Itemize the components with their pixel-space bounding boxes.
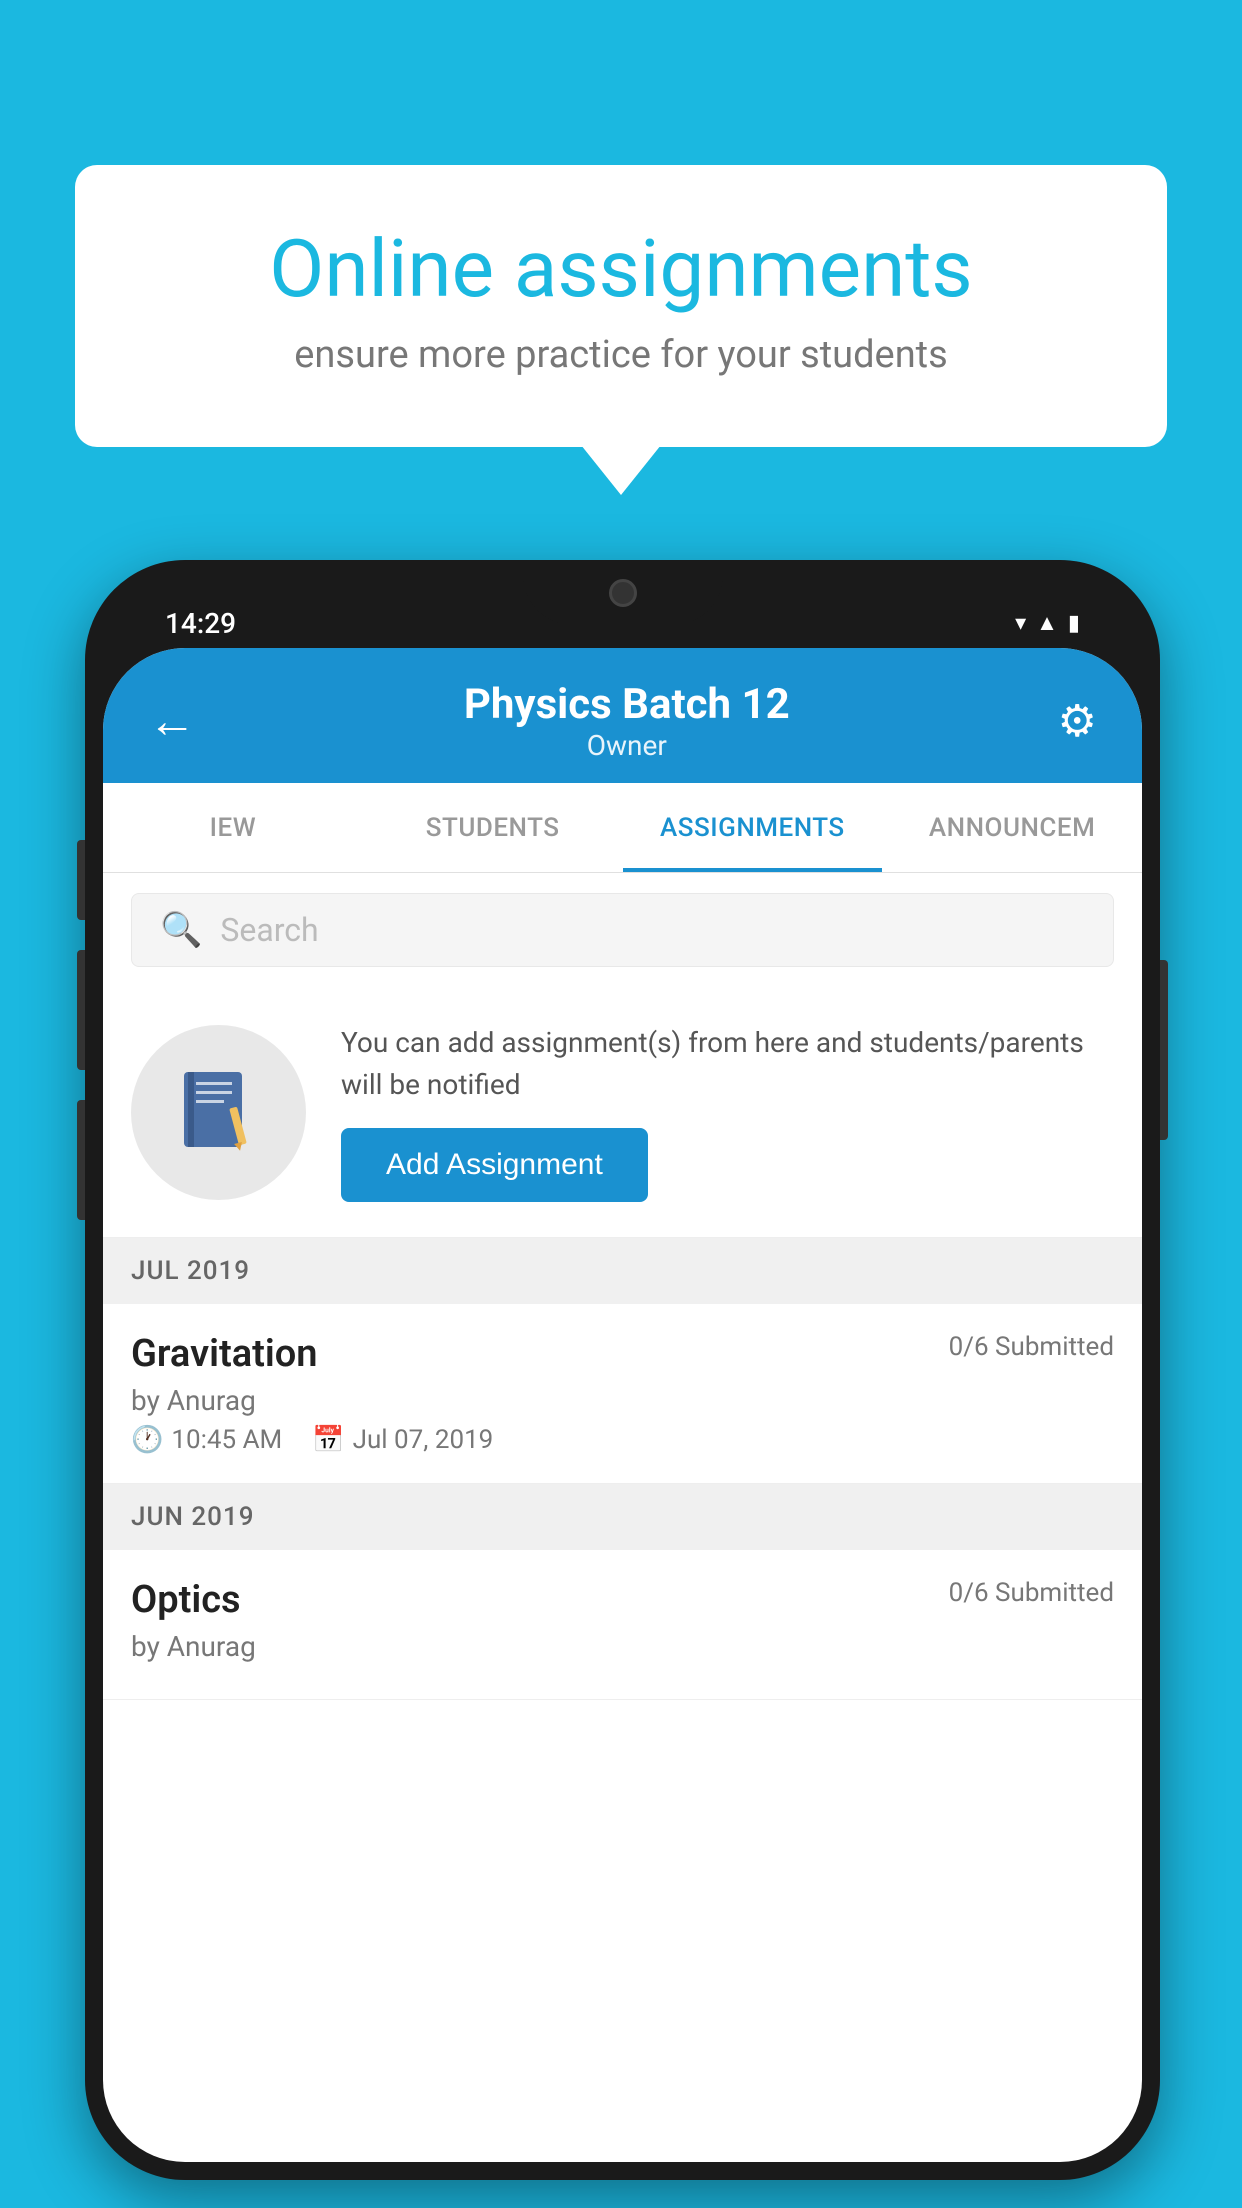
side-button-volume-down [77,950,85,1070]
promo-content: You can add assignment(s) from here and … [341,1022,1114,1202]
search-container: 🔍 Search [103,873,1142,987]
promo-description: You can add assignment(s) from here and … [341,1022,1114,1106]
back-button[interactable]: ← [148,692,196,749]
notebook-icon [174,1067,264,1157]
wifi-icon: ▾ [1015,611,1026,636]
section-header-jun: JUN 2019 [103,1484,1142,1550]
header-title: Physics Batch 12 [464,680,790,729]
bubble-subtitle: ensure more practice for your students [155,333,1087,377]
app-header: ← Physics Batch 12 Owner ⚙ [103,648,1142,783]
section-header-jul: JUL 2019 [103,1238,1142,1304]
phone-frame: 14:29 ▾ ▲ ▮ ← Physics Batch 12 Owner ⚙ I… [85,560,1160,2180]
clock-icon: 🕐 [131,1425,163,1455]
header-center: Physics Batch 12 Owner [464,680,790,762]
signal-icon: ▲ [1036,610,1058,636]
assignment-date: 📅 Jul 07, 2019 [312,1425,493,1455]
assignment-title: Gravitation [131,1332,318,1376]
assignment-author: by Anurag [131,1384,1114,1417]
assignment-author-optics: by Anurag [131,1630,1114,1663]
side-button-volume-up [77,840,85,920]
tabs-bar: IEW STUDENTS ASSIGNMENTS ANNOUNCEM [103,783,1142,873]
status-time: 14:29 [165,607,236,640]
tab-assignments[interactable]: ASSIGNMENTS [623,783,883,872]
assignment-row-top-optics: Optics 0/6 Submitted [131,1578,1114,1622]
search-input[interactable]: Search [220,911,318,949]
assignment-submitted-count: 0/6 Submitted [949,1332,1114,1362]
settings-icon[interactable]: ⚙ [1058,695,1097,747]
phone-screen: ← Physics Batch 12 Owner ⚙ IEW STUDENTS … [103,648,1142,2162]
bubble-title: Online assignments [155,225,1087,313]
assignment-promo: You can add assignment(s) from here and … [103,987,1142,1238]
promo-icon-circle [131,1025,306,1200]
front-camera [609,579,637,607]
battery-icon: ▮ [1068,611,1080,636]
assignment-time: 🕐 10:45 AM [131,1425,282,1455]
calendar-icon: 📅 [312,1425,344,1455]
side-button-volume-down2 [77,1100,85,1220]
tab-announcements[interactable]: ANNOUNCEM [882,783,1142,872]
assignment-meta: 🕐 10:45 AM 📅 Jul 07, 2019 [131,1425,1114,1455]
side-button-power [1160,960,1168,1140]
assignment-item-gravitation[interactable]: Gravitation 0/6 Submitted by Anurag 🕐 10… [103,1304,1142,1484]
tab-iew[interactable]: IEW [103,783,363,872]
status-icons: ▾ ▲ ▮ [1015,610,1080,636]
header-subtitle: Owner [464,729,790,762]
assignment-title-optics: Optics [131,1578,241,1622]
tab-students[interactable]: STUDENTS [363,783,623,872]
assignment-item-optics[interactable]: Optics 0/6 Submitted by Anurag [103,1550,1142,1700]
speech-bubble: Online assignments ensure more practice … [75,165,1167,447]
add-assignment-button[interactable]: Add Assignment [341,1128,648,1202]
assignment-row-top: Gravitation 0/6 Submitted [131,1332,1114,1376]
search-bar[interactable]: 🔍 Search [131,893,1114,967]
phone-notch [523,560,723,625]
assignment-submitted-count-optics: 0/6 Submitted [949,1578,1114,1608]
search-icon: 🔍 [160,910,202,950]
